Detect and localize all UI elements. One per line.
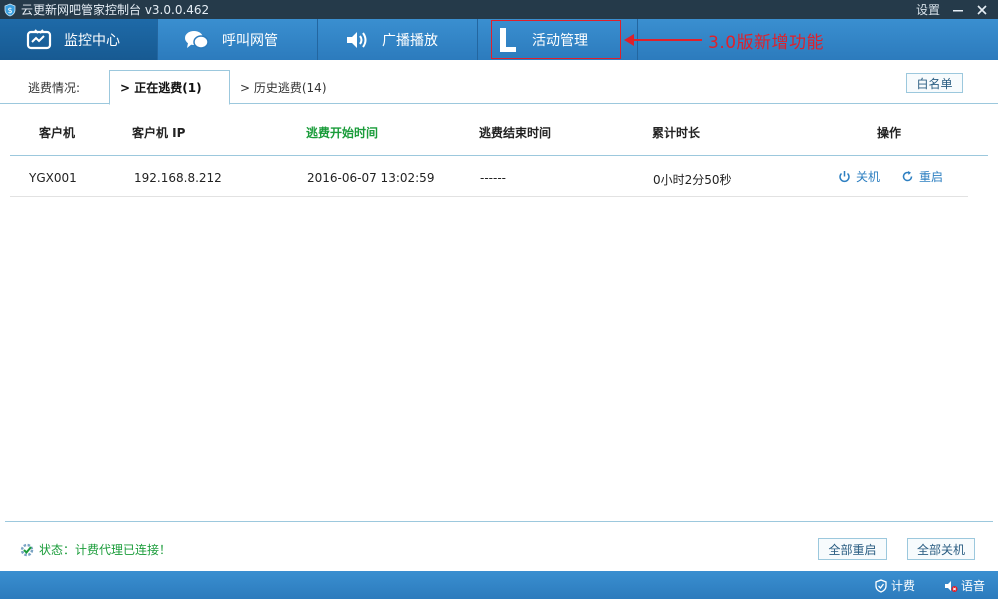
svg-text:$: $	[7, 6, 12, 15]
status-text: 状态：计费代理已连接！	[39, 543, 172, 557]
status-area: 状态：计费代理已连接！ 全部重启 全部关机	[5, 521, 993, 571]
billing-label: 计费	[891, 579, 916, 593]
settings-button[interactable]: 设置	[916, 1, 940, 18]
cell-end-time: ------	[480, 171, 506, 185]
status-message: 状态：计费代理已连接！	[19, 541, 171, 558]
monitor-icon	[26, 27, 52, 53]
restart-button[interactable]: 重启	[901, 168, 943, 185]
whitelist-button[interactable]: 白名单	[906, 73, 963, 93]
chat-icon	[184, 27, 210, 53]
bottom-bar: 计费 语音	[0, 571, 998, 599]
cell-ip: 192.168.8.212	[134, 171, 222, 185]
evasion-label: 逃费情况:	[28, 81, 81, 95]
tab-broadcast[interactable]: 广播播放	[318, 19, 478, 60]
annotation: 3.0版新增功能	[624, 27, 824, 53]
window-title: 云更新网吧管家控制台 v3.0.0.462	[21, 3, 210, 17]
tab-label: 监控中心	[64, 32, 120, 49]
voice-label: 语音	[961, 579, 986, 593]
close-button[interactable]	[970, 0, 994, 19]
cell-start-time: 2016-06-07 13:02:59	[307, 171, 435, 185]
minimize-button[interactable]	[946, 0, 970, 19]
restart-label: 重启	[919, 170, 944, 184]
letter-l-icon	[494, 27, 520, 53]
main-nav: 监控中心 呼叫网管 广播播放 活动管理	[0, 19, 998, 60]
speaker-icon	[344, 27, 370, 53]
column-header-duration[interactable]: 累计时长	[652, 124, 700, 141]
tab-current-evasion[interactable]: > 正在逃费(1)	[109, 70, 230, 105]
column-header-client[interactable]: 客户机	[39, 124, 75, 141]
speaker-muted-icon	[945, 580, 958, 592]
annotation-text: 3.0版新增功能	[708, 32, 825, 53]
tab-call-admin[interactable]: 呼叫网管	[158, 19, 318, 60]
refresh-icon	[902, 171, 913, 182]
tab-label: 广播播放	[382, 32, 438, 49]
minimize-icon	[953, 9, 963, 11]
shield-check-icon	[875, 578, 887, 593]
evasion-subtabs: 逃费情况: > 正在逃费(1) > 历史逃费(14) 白名单	[0, 60, 998, 105]
voice-button[interactable]: 语音	[944, 577, 985, 594]
shutdown-button[interactable]: 关机	[838, 168, 880, 185]
tab-activity-management[interactable]: 活动管理	[478, 19, 638, 60]
tab-label: 呼叫网管	[222, 32, 278, 49]
title-bar: $ 云更新网吧管家控制台 v3.0.0.462 设置	[0, 0, 998, 19]
tab-monitor-center[interactable]: 监控中心	[0, 19, 158, 60]
app-shield-icon: $	[4, 3, 16, 16]
shutdown-all-button[interactable]: 全部关机	[907, 538, 975, 560]
power-icon	[839, 171, 850, 183]
table-header: 客户机 客户机 IP 逃费开始时间 逃费结束时间 累计时长 操作	[10, 105, 988, 156]
tab-history-evasion[interactable]: > 历史逃费(14)	[230, 70, 350, 105]
column-header-end-time[interactable]: 逃费结束时间	[479, 124, 551, 141]
table-row[interactable]: YGX001 192.168.8.212 2016-06-07 13:02:59…	[10, 157, 968, 197]
column-header-ip[interactable]: 客户机 IP	[132, 124, 185, 141]
column-header-actions: 操作	[877, 126, 902, 140]
column-header-start-time[interactable]: 逃费开始时间	[306, 124, 378, 141]
restart-all-button[interactable]: 全部重启	[818, 538, 887, 560]
billing-button[interactable]: 计费	[874, 577, 915, 594]
shutdown-label: 关机	[856, 170, 881, 184]
cell-duration: 0小时2分50秒	[653, 173, 732, 187]
cell-client: YGX001	[29, 171, 77, 185]
tab-label: 活动管理	[532, 32, 588, 49]
close-icon	[977, 4, 987, 15]
arrow-left-icon	[624, 34, 702, 46]
connected-gear-icon	[20, 543, 34, 556]
